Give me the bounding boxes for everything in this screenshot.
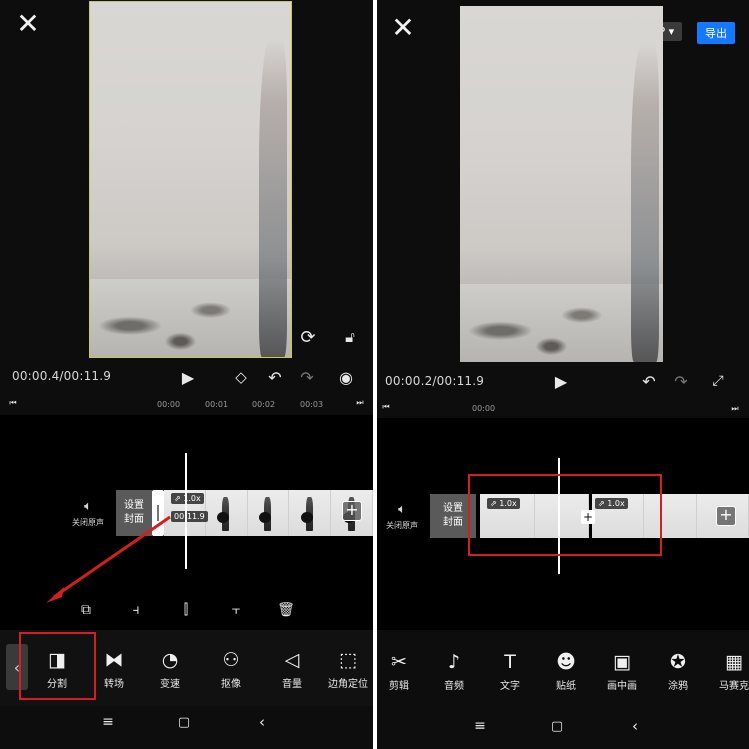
split-highlight-box <box>19 632 96 700</box>
add-clip-button[interactable]: + <box>342 501 362 521</box>
mosaic-icon: ▦ <box>725 651 743 673</box>
tool-doodle[interactable]: ✪ 涂鸦 <box>653 650 703 692</box>
tool-corner-pin[interactable]: ⬚ 边角定位 <box>323 648 373 690</box>
clip-frame <box>205 490 248 536</box>
pip-icon: ▣ <box>613 651 631 673</box>
time-ruler: 00:00 <box>377 404 749 416</box>
rotate-icon[interactable]: ⟳ <box>297 326 319 348</box>
tool-label: 抠像 <box>221 679 241 690</box>
split-right-icon[interactable]: ⫟ <box>226 600 246 620</box>
annotation-arrow <box>46 515 171 603</box>
tool-mosaic[interactable]: ▦ 马赛克 <box>709 650 749 692</box>
doodle-icon: ✪ <box>670 651 686 673</box>
scissors-icon: ✂ <box>391 651 407 673</box>
cutout-tool-icon: ⚇ <box>222 649 240 671</box>
undo-icon[interactable]: ↶ <box>639 371 659 391</box>
keyframe-icon[interactable]: ◇ <box>230 367 252 387</box>
add-clip-button[interactable]: + <box>716 506 736 526</box>
tool-label: 马赛克 <box>719 681 749 692</box>
cover-label-line1: 设置 <box>443 503 463 514</box>
nav-home-icon[interactable]: ▢ <box>174 712 194 732</box>
tool-cutout[interactable]: ⚇ 抠像 <box>206 648 256 690</box>
tool-audio[interactable]: ♪ 音频 <box>429 650 479 692</box>
video-preview[interactable] <box>460 6 663 362</box>
export-button[interactable]: 导出 <box>697 22 735 44</box>
tool-label: 音频 <box>444 681 464 692</box>
tool-volume[interactable]: ◁ 音量 <box>267 648 317 690</box>
ruler-tick-2: 00:02 <box>252 400 276 409</box>
fullscreen-icon[interactable]: ⤢ <box>708 371 728 391</box>
tool-picture-in-picture[interactable]: ▣ 画中画 <box>597 650 647 692</box>
mute-original-audio[interactable]: 🔈︎ 关闭原声 <box>386 502 418 531</box>
video-person <box>258 37 287 357</box>
tool-label: 画中画 <box>607 681 637 692</box>
close-icon[interactable]: ✕ <box>14 10 42 38</box>
time-ruler: 00:00 00:01 00:02 00:03 <box>0 400 373 412</box>
tool-label: 剪辑 <box>389 681 409 692</box>
tool-label: 转场 <box>104 679 124 690</box>
undo-icon[interactable]: ↶ <box>265 367 285 387</box>
redo-icon[interactable]: ↷ <box>297 367 317 387</box>
tool-label: 变速 <box>160 679 180 690</box>
play-icon[interactable]: ▶ <box>551 371 571 391</box>
play-icon[interactable]: ▶ <box>178 367 198 387</box>
transition-tool-icon: ⧓ <box>104 649 124 671</box>
redo-icon[interactable]: ↷ <box>671 371 691 391</box>
ruler-tick-0: 00:00 <box>157 400 181 409</box>
mute-label: 关闭原声 <box>386 521 418 530</box>
speed-badge: ⇗ 1.0x <box>171 493 204 504</box>
tool-label: 文字 <box>500 681 520 692</box>
speaker-icon: 🔈︎ <box>398 502 406 517</box>
playhead[interactable] <box>185 453 187 569</box>
right-editor-screen: ✕ 720 P ▾ 导出 00:00.2/00:11.9 ▶ ↶ ↷ ⤢ ⏮ 0… <box>377 0 749 749</box>
text-icon: T <box>504 651 516 673</box>
sticker-icon: ☻ <box>556 651 576 673</box>
cover-label-line2: 封面 <box>443 517 463 528</box>
ruler-tick-3: 00:03 <box>300 400 324 409</box>
clip-frame <box>289 490 332 536</box>
playback-time: 00:00.2/00:11.9 <box>385 374 485 388</box>
tool-label: 边角定位 <box>328 679 368 690</box>
tool-speed[interactable]: ◔ 变速 <box>145 648 195 690</box>
left-editor-screen: ✕ ⟳ 🔓︎ 00:00.4/00:11.9 ▶ ◇ ↶ ↷ ◉ ⏮ 00:00… <box>0 0 373 749</box>
clip-frame <box>247 490 290 536</box>
nav-back-icon[interactable]: ‹ <box>625 716 645 736</box>
close-icon[interactable]: ✕ <box>389 14 417 42</box>
bottom-toolbar: ✂ 剪辑 ♪ 音频 T 文字 ☻ 贴纸 ▣ 画中画 ✪ 涂鸦 ▦ 马赛克 <box>377 630 749 706</box>
clip-highlight-box <box>468 474 662 556</box>
ruler-tick-0: 00:00 <box>472 404 496 413</box>
playback-time: 00:00.4/00:11.9 <box>12 369 112 383</box>
nav-back-icon[interactable]: ‹ <box>252 712 272 732</box>
lock-icon[interactable]: 🔓︎ <box>340 326 360 348</box>
video-preview[interactable] <box>89 1 292 358</box>
nav-home-icon[interactable]: ▢ <box>547 716 567 736</box>
tool-label: 音量 <box>282 679 302 690</box>
ruler-tick-1: 00:01 <box>205 400 229 409</box>
corner-pin-tool-icon: ⬚ <box>339 649 357 671</box>
speed-tool-icon: ◔ <box>161 649 179 671</box>
tool-text[interactable]: T 文字 <box>485 650 535 692</box>
delete-icon[interactable]: 🗑︎ <box>276 600 296 620</box>
skip-end-icon[interactable]: ⏭ <box>354 398 366 408</box>
tool-label: 涂鸦 <box>668 681 688 692</box>
tool-transition[interactable]: ⧓ 转场 <box>89 648 139 690</box>
nav-menu-icon[interactable]: ≡ <box>98 712 118 732</box>
tool-edit[interactable]: ✂ 剪辑 <box>377 650 424 692</box>
eye-icon[interactable]: ◉ <box>334 367 358 387</box>
tool-label: 贴纸 <box>556 681 576 692</box>
nav-menu-icon[interactable]: ≡ <box>470 716 490 736</box>
volume-tool-icon: ◁ <box>284 649 300 671</box>
tool-sticker[interactable]: ☻ 贴纸 <box>541 650 591 692</box>
video-person <box>630 41 659 362</box>
music-note-icon: ♪ <box>447 651 461 673</box>
skip-end-icon[interactable]: ⏭ <box>729 404 741 414</box>
